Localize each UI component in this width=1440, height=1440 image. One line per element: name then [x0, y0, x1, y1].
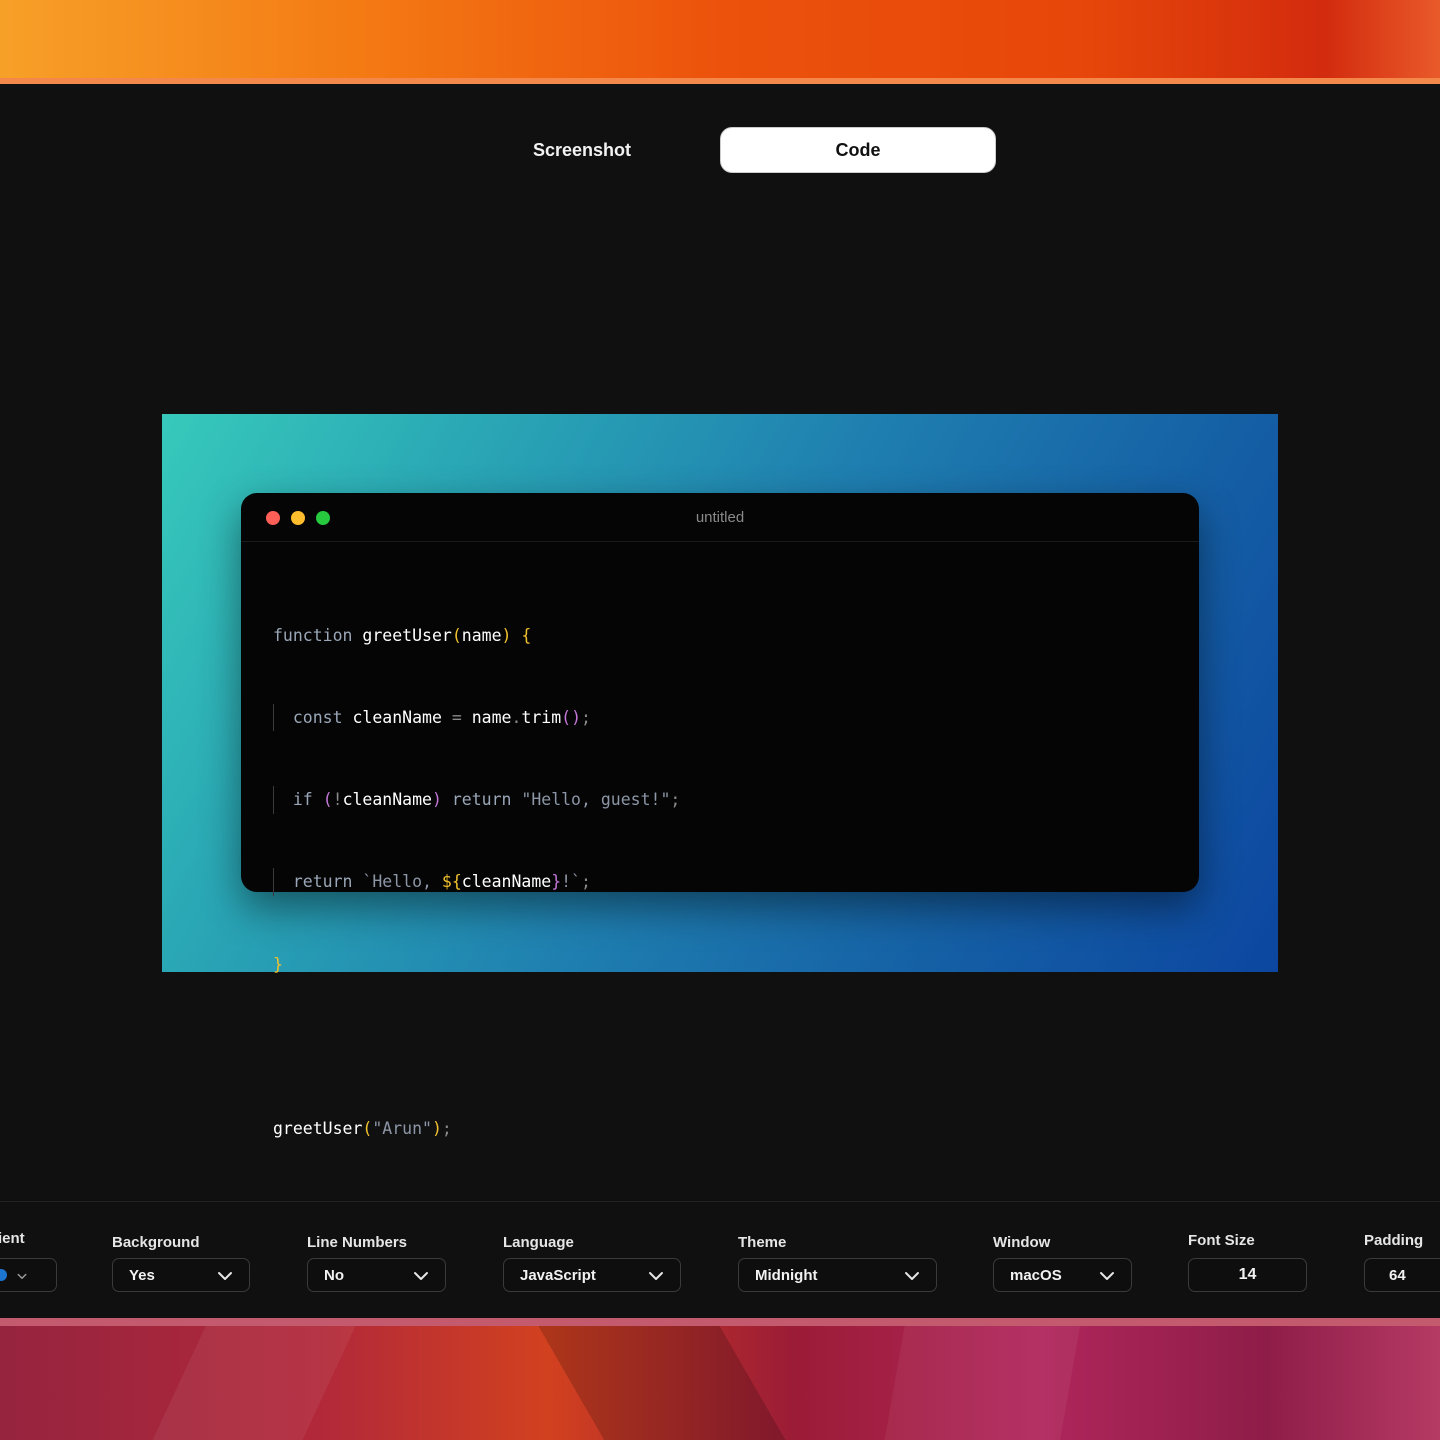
- line-numbers-value: No: [324, 1266, 344, 1284]
- theme-select[interactable]: Midnight: [738, 1258, 937, 1292]
- language-value: JavaScript: [520, 1266, 596, 1284]
- code-line: if (!cleanName) return "Hello, guest!";: [273, 786, 680, 814]
- desktop-wallpaper-bottom: [0, 1318, 1440, 1440]
- gradient-label: Gradient: [0, 1230, 25, 1247]
- language-label: Language: [503, 1234, 574, 1251]
- window-select[interactable]: macOS: [993, 1258, 1132, 1292]
- desktop-wallpaper-top: [0, 0, 1440, 84]
- padding-value: 64: [1389, 1266, 1406, 1284]
- code-editor[interactable]: function greetUser(name) { const cleanNa…: [273, 567, 680, 1197]
- line-numbers-label: Line Numbers: [307, 1234, 408, 1251]
- settings-toolbar: Gradient Background Yes Line Numbers No …: [0, 1201, 1440, 1318]
- language-select[interactable]: JavaScript: [503, 1258, 681, 1292]
- code-window: untitled function greetUser(name) { cons…: [241, 493, 1199, 1138]
- code-line: greetUser("Arun");: [273, 1119, 452, 1139]
- padding-label: Padding: [1364, 1232, 1424, 1249]
- tab-code[interactable]: Code: [720, 127, 996, 173]
- window-titlebar: untitled: [241, 493, 1199, 542]
- font-size-input[interactable]: 14: [1188, 1258, 1307, 1292]
- window-value: macOS: [1010, 1266, 1062, 1284]
- chevron-down-icon: [414, 1272, 428, 1280]
- app-window: Screenshot Code untitled function greetU…: [0, 89, 1440, 1318]
- code-line: }: [273, 954, 283, 974]
- preview-canvas: untitled function greetUser(name) { cons…: [162, 414, 1278, 1138]
- gradient-select[interactable]: [0, 1258, 57, 1292]
- gradient-swatch-icon: [0, 1269, 7, 1281]
- mode-tabs: Screenshot Code: [444, 127, 996, 173]
- code-line: const cleanName = name.trim();: [273, 704, 680, 732]
- chevron-down-icon: [649, 1272, 663, 1280]
- font-size-value: 14: [1238, 1266, 1257, 1283]
- background-select[interactable]: Yes: [112, 1258, 250, 1292]
- padding-input[interactable]: 64: [1364, 1258, 1440, 1292]
- chevron-down-icon: [17, 1273, 27, 1279]
- code-line: function greetUser(name) {: [273, 625, 532, 645]
- background-value: Yes: [129, 1266, 155, 1284]
- chevron-down-icon: [218, 1272, 232, 1280]
- background-label: Background: [112, 1234, 200, 1251]
- theme-label: Theme: [738, 1234, 787, 1251]
- line-numbers-select[interactable]: No: [307, 1258, 446, 1292]
- code-line: return `Hello, ${cleanName}!`;: [273, 868, 680, 896]
- theme-value: Midnight: [755, 1266, 818, 1284]
- chevron-down-icon: [1100, 1272, 1114, 1280]
- tab-screenshot[interactable]: Screenshot: [444, 127, 720, 173]
- chevron-down-icon: [905, 1272, 919, 1280]
- window-title[interactable]: untitled: [241, 509, 1199, 526]
- window-label: Window: [993, 1234, 1051, 1251]
- font-size-label: Font Size: [1188, 1232, 1255, 1249]
